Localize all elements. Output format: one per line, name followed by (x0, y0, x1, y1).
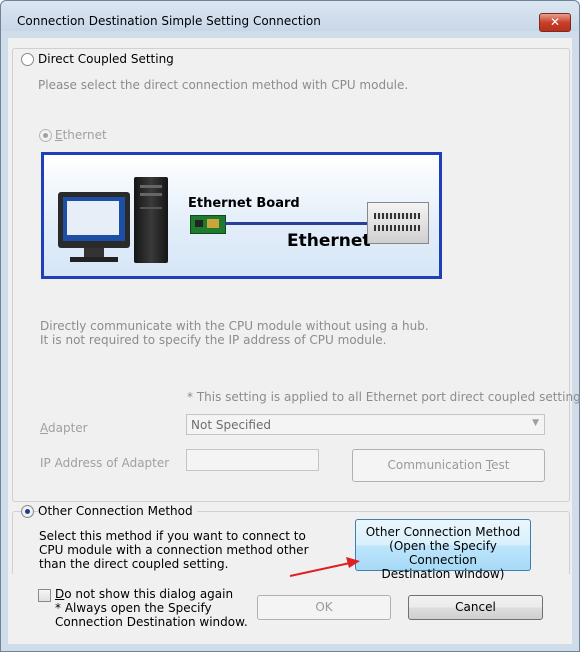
ethernet-diagram: Ethernet Board Ethernet (41, 152, 442, 279)
ethernet-board-icon (190, 215, 226, 234)
monitor-icon (58, 192, 130, 248)
communication-test-label: Communication Test (387, 458, 510, 472)
do-not-show-mnemonic: D (55, 587, 65, 601)
dialog-body: Direct Coupled Setting Please select the… (8, 38, 580, 644)
ethernet-rest: thernet (62, 128, 107, 142)
ethernet-radio[interactable] (39, 129, 52, 142)
other-desc-line2: CPU module with a connection method othe… (39, 543, 309, 557)
other-desc-line1: Select this method if you want to connec… (39, 529, 306, 543)
cancel-button[interactable]: Cancel (408, 595, 543, 620)
adapter-select[interactable]: Not Specified ▼ (186, 414, 545, 435)
direct-description-line2: It is not required to specify the IP add… (40, 333, 387, 347)
other-connection-radio[interactable] (21, 505, 34, 518)
other-connection-label[interactable]: Other Connection Method (38, 504, 197, 518)
monitor-base (70, 257, 118, 262)
direct-coupled-radio[interactable] (21, 53, 34, 66)
pc-tower-icon (134, 177, 168, 263)
title-bar[interactable]: Connection Destination Simple Setting Co… (1, 1, 579, 32)
close-button[interactable]: ✕ (539, 13, 571, 32)
adapter-label: Adapter (40, 421, 88, 435)
footer-note-line2: Connection Destination window. (55, 615, 248, 629)
adapter-rest: dapter (48, 421, 88, 435)
ethernet-radio-label[interactable]: Ethernet (55, 128, 107, 142)
other-button-line3: Destination window) (381, 567, 505, 581)
plc-icon (367, 202, 429, 244)
ethernet-board-label: Ethernet Board (188, 196, 300, 211)
ok-button[interactable]: OK (257, 595, 391, 620)
window-title: Connection Destination Simple Setting Co… (17, 14, 321, 28)
do-not-show-rest: o not show this dialog again (64, 587, 234, 601)
direct-description-line1: Directly communicate with the CPU module… (40, 319, 429, 333)
do-not-show-checkbox[interactable] (38, 589, 51, 602)
ip-address-input[interactable] (186, 449, 319, 471)
communication-test-button[interactable]: Communication Test (352, 449, 545, 482)
direct-coupled-label[interactable]: Direct Coupled Setting (38, 52, 178, 66)
ethernet-cable (225, 222, 367, 225)
do-not-show-label[interactable]: Do not show this dialog again (55, 587, 233, 601)
other-button-line2: (Open the Specify Connection (389, 539, 497, 567)
adapter-select-value: Not Specified (191, 418, 271, 432)
chevron-down-icon: ▼ (532, 418, 539, 428)
adapter-mnemonic: A (40, 421, 48, 435)
other-connection-method-button[interactable]: Other Connection Method (Open the Specif… (355, 519, 531, 581)
footer-note-line1: * Always open the Specify (55, 601, 212, 615)
other-button-line1: Other Connection Method (365, 525, 521, 539)
direct-coupled-note: * This setting is applied to all Etherne… (187, 390, 580, 404)
diagram-panel: Ethernet Board Ethernet (44, 155, 439, 276)
dialog-window: Connection Destination Simple Setting Co… (0, 0, 580, 652)
ethernet-diagram-label: Ethernet (287, 231, 371, 251)
ip-address-label: IP Address of Adapter (40, 456, 170, 470)
other-desc-line3: than the direct coupled setting. (39, 557, 229, 571)
annotation-arrow-icon (289, 557, 360, 577)
ethernet-mnemonic: E (55, 128, 63, 142)
direct-instruction: Please select the direct connection meth… (38, 78, 409, 92)
